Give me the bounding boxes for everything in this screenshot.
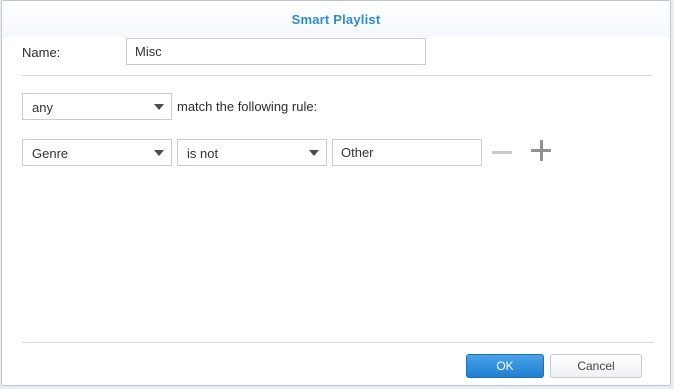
cancel-button[interactable]: Cancel <box>550 354 642 378</box>
remove-rule-button[interactable] <box>491 142 513 162</box>
playlist-name-input[interactable] <box>126 38 426 65</box>
ok-button[interactable]: OK <box>466 354 544 378</box>
chevron-down-icon <box>154 104 164 110</box>
match-mode-value: any <box>32 100 53 115</box>
chevron-down-icon <box>154 150 164 156</box>
name-label: Name: <box>22 45 61 60</box>
match-rule-text: match the following rule: <box>177 99 318 114</box>
footer-divider <box>22 342 654 343</box>
minus-icon <box>492 151 512 154</box>
rule-field-select[interactable]: Genre <box>22 139 172 166</box>
rule-value-input[interactable] <box>332 139 482 166</box>
rule-operator-select[interactable]: is not <box>177 139 327 166</box>
chevron-down-icon <box>309 150 319 156</box>
dialog-title: Smart Playlist <box>291 12 381 27</box>
divider <box>22 75 652 76</box>
smart-playlist-dialog: Smart Playlist Name: any match the follo… <box>1 0 671 386</box>
rule-field-value: Genre <box>32 146 69 161</box>
dialog-titlebar: Smart Playlist <box>2 1 670 37</box>
rule-operator-value: is not <box>187 146 219 161</box>
match-mode-select[interactable]: any <box>22 93 172 120</box>
add-rule-button[interactable] <box>530 140 552 162</box>
